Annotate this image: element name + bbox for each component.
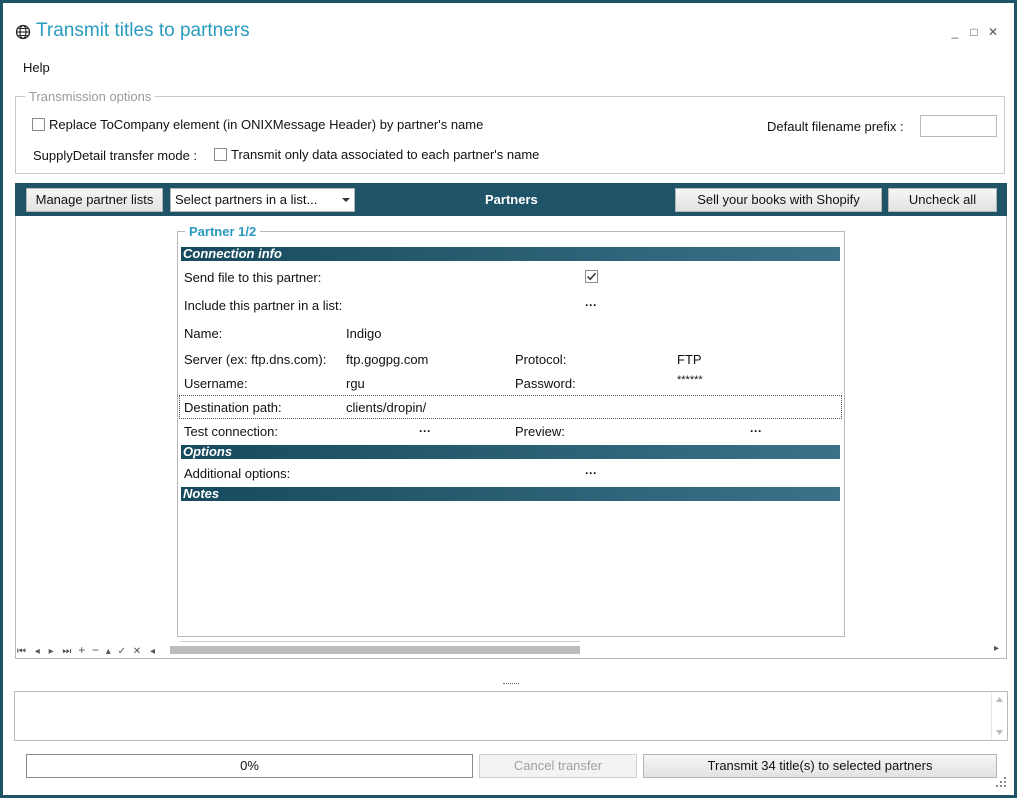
scroll-down-icon[interactable] (996, 730, 1003, 735)
notes-area[interactable] (181, 502, 840, 634)
section-options: Options (181, 445, 840, 459)
last-record-icon[interactable]: ⏭ (62, 646, 71, 657)
menu-help[interactable]: Help (23, 60, 50, 75)
password-value[interactable]: ****** (677, 374, 703, 386)
password-label: Password: (515, 376, 576, 391)
select-partners-dropdown[interactable]: Select partners in a list... (170, 188, 355, 212)
transmission-options-legend: Transmission options (25, 89, 156, 104)
username-value[interactable]: rgu (346, 376, 365, 391)
destination-path-label: Destination path: (184, 400, 282, 415)
record-navigator: ⏮ ◂ ▸ ⏭ + − ▴ ✓ ✕ ◂ (17, 643, 155, 657)
send-file-checkbox[interactable] (585, 270, 598, 283)
progress-text: 0% (240, 758, 259, 773)
resize-grip-icon[interactable] (996, 777, 1006, 787)
first-record-icon[interactable]: ⏮ (17, 646, 26, 657)
window: Transmit titles to partners _ □ ✕ Help T… (0, 0, 1017, 798)
confirm-icon[interactable]: ✓ (118, 646, 126, 657)
replace-tocompany-checkbox[interactable] (32, 118, 45, 131)
replace-tocompany-label: Replace ToCompany element (in ONIXMessag… (49, 117, 484, 132)
transmit-button[interactable]: Transmit 34 title(s) to selected partner… (643, 754, 997, 778)
log-vertical-scrollbar[interactable] (991, 692, 1007, 740)
server-value[interactable]: ftp.gogpg.com (346, 352, 428, 367)
preview-ellipsis-button[interactable]: ··· (750, 425, 762, 437)
scroll-right-icon[interactable]: ▸ (994, 643, 999, 657)
additional-options-ellipsis-button[interactable]: ··· (585, 467, 597, 479)
log-textarea[interactable] (14, 691, 1008, 741)
chevron-down-icon (342, 198, 350, 202)
partners-title: Partners (485, 192, 538, 207)
protocol-label: Protocol: (515, 352, 567, 367)
partner-legend: Partner 1/2 (185, 224, 261, 239)
remove-record-icon[interactable]: − (92, 643, 99, 657)
maximize-button[interactable]: □ (966, 25, 982, 41)
scroll-up-icon[interactable] (996, 697, 1003, 702)
cancel-transfer-button[interactable]: Cancel transfer (479, 754, 637, 778)
transmit-only-checkbox[interactable] (214, 148, 227, 161)
scroll-left-icon[interactable]: ◂ (150, 646, 155, 657)
test-connection-label: Test connection: (184, 424, 278, 439)
select-partners-value: Select partners in a list... (175, 192, 318, 207)
minimize-button[interactable]: _ (947, 25, 963, 41)
additional-options-label: Additional options: (184, 466, 291, 481)
prefix-input[interactable] (920, 115, 997, 137)
section-connection-info: Connection info (181, 247, 840, 261)
next-record-icon[interactable]: ▸ (49, 646, 54, 657)
name-value[interactable]: Indigo (346, 326, 381, 341)
preview-label: Preview: (515, 424, 565, 439)
destination-path-value[interactable]: clients/dropin/ (346, 400, 426, 415)
horizontal-scrollbar-thumb[interactable] (170, 646, 580, 654)
name-label: Name: (184, 326, 223, 341)
scroll-track-line (180, 641, 580, 642)
manage-partner-lists-button[interactable]: Manage partner lists (26, 188, 163, 212)
close-button[interactable]: ✕ (985, 25, 1001, 41)
section-notes: Notes (181, 487, 840, 501)
include-in-list-ellipsis-button[interactable]: ··· (585, 299, 597, 311)
prev-record-icon[interactable]: ◂ (35, 646, 40, 657)
username-label: Username: (184, 376, 248, 391)
send-file-label: Send file to this partner: (184, 270, 322, 285)
cancel-edit-icon[interactable]: ✕ (133, 646, 141, 657)
progress-bar: 0% (26, 754, 473, 778)
globe-icon (15, 24, 31, 40)
window-title: Transmit titles to partners (36, 20, 250, 41)
move-up-icon[interactable]: ▴ (106, 646, 111, 657)
shopify-button[interactable]: Sell your books with Shopify (675, 188, 882, 212)
add-record-icon[interactable]: + (78, 643, 85, 657)
test-connection-ellipsis-button[interactable]: ··· (419, 425, 431, 437)
uncheck-all-button[interactable]: Uncheck all (888, 188, 997, 212)
server-label: Server (ex: ftp.dns.com): (184, 352, 327, 367)
splitter-handle[interactable] (503, 683, 519, 685)
include-in-list-label: Include this partner in a list: (184, 298, 343, 313)
supply-mode-label: SupplyDetail transfer mode : (33, 148, 198, 163)
protocol-value[interactable]: FTP (677, 352, 702, 367)
transmit-only-label: Transmit only data associated to each pa… (231, 147, 540, 162)
prefix-label: Default filename prefix : (767, 119, 904, 134)
